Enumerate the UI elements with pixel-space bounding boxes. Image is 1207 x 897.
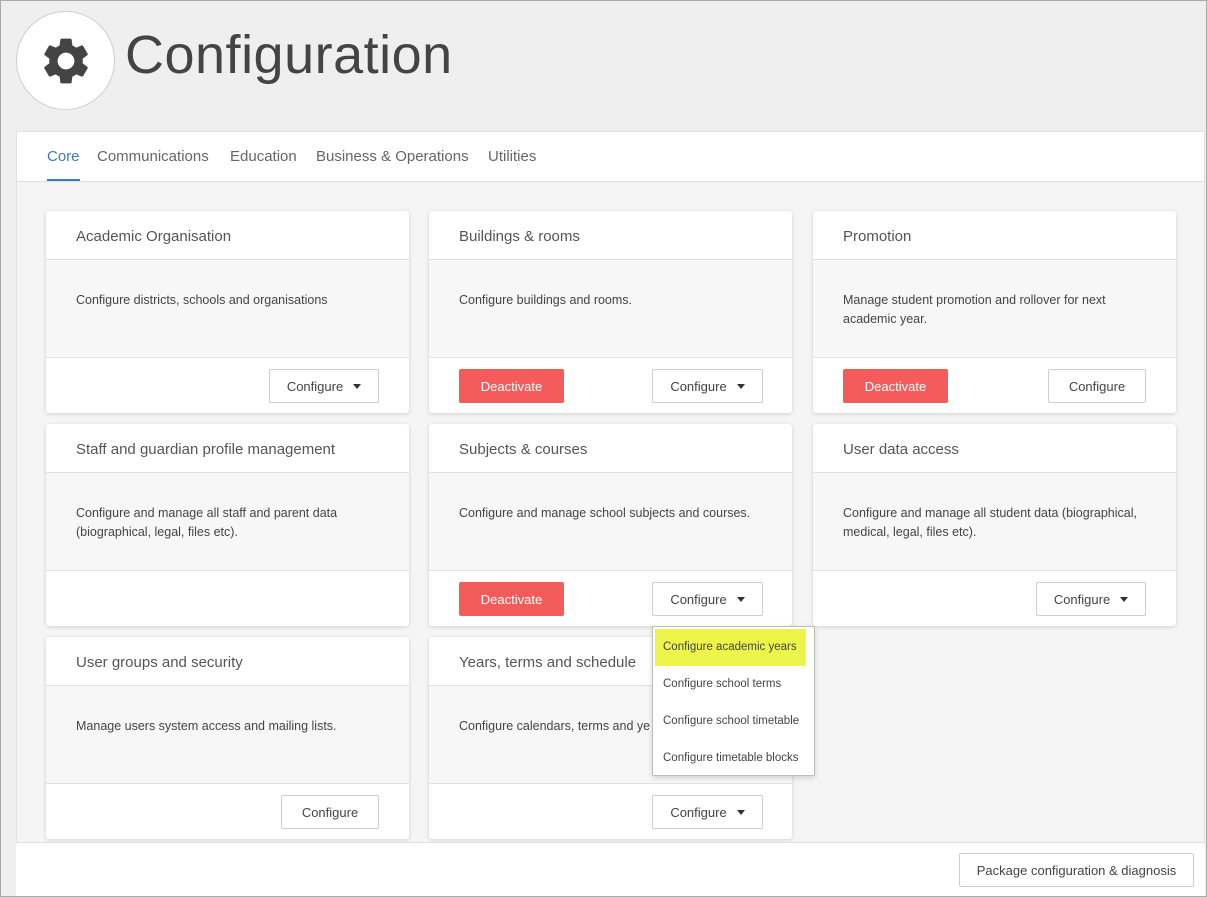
tab-business-operations[interactable]: Business & Operations: [316, 148, 469, 165]
configuration-logo: [16, 11, 115, 110]
caret-down-icon: [736, 383, 745, 389]
configure-label: Configure: [1053, 591, 1111, 607]
configure-dropdown-button[interactable]: Configure: [652, 369, 763, 403]
menu-item-configure-academic-years[interactable]: Configure academic years: [653, 633, 814, 661]
configure-label: Configure: [286, 378, 344, 394]
card-title: User data access: [813, 424, 1176, 473]
menu-item-configure-school-terms[interactable]: Configure school terms: [653, 670, 814, 698]
card-description: Configure and manage school subjects and…: [429, 473, 792, 571]
tab-communications[interactable]: Communications: [97, 148, 209, 165]
configure-dropdown-button[interactable]: Configure: [652, 582, 763, 616]
caret-down-icon: [1120, 596, 1129, 602]
card-title: User groups and security: [46, 637, 409, 686]
configure-label: Configure: [1068, 378, 1126, 394]
card-footer: Deactivate Configure: [813, 358, 1176, 413]
configure-label: Configure: [670, 378, 727, 394]
card-footer: Deactivate Configure: [429, 358, 792, 413]
tab-core[interactable]: Core: [47, 148, 80, 181]
deactivate-button[interactable]: Deactivate: [459, 369, 564, 403]
card-description: Configure and manage all staff and paren…: [46, 473, 409, 571]
package-configuration-button[interactable]: Package configuration & diagnosis: [959, 853, 1194, 887]
tab-utilities[interactable]: Utilities: [488, 148, 536, 165]
card-description: Manage users system access and mailing l…: [46, 686, 409, 784]
deactivate-button[interactable]: Deactivate: [843, 369, 948, 403]
card-description: Manage student promotion and rollover fo…: [813, 260, 1176, 358]
card-staff-guardian: Staff and guardian profile management Co…: [46, 424, 409, 626]
menu-item-configure-school-timetable[interactable]: Configure school timetable: [653, 707, 814, 735]
card-subjects-courses: Subjects & courses Configure and manage …: [429, 424, 792, 626]
card-footer: Configure: [813, 571, 1176, 626]
deactivate-button[interactable]: Deactivate: [459, 582, 564, 616]
configure-label: Configure: [670, 804, 727, 820]
card-description: Configure buildings and rooms.: [429, 260, 792, 358]
tab-education[interactable]: Education: [230, 148, 297, 165]
page-title: Configuration: [125, 25, 453, 85]
configure-button[interactable]: Configure: [281, 795, 379, 829]
card-title: Academic Organisation: [46, 211, 409, 260]
configure-dropdown-button[interactable]: Configure: [1036, 582, 1146, 616]
card-buildings-rooms: Buildings & rooms Configure buildings an…: [429, 211, 792, 413]
card-user-data-access: User data access Configure and manage al…: [813, 424, 1176, 626]
card-footer: [46, 571, 409, 626]
configure-label: Configure: [670, 591, 727, 607]
card-title: Promotion: [813, 211, 1176, 260]
caret-down-icon: [353, 383, 362, 389]
gear-icon: [43, 38, 88, 83]
configure-dropdown-menu: Configure academic years Configure schoo…: [652, 626, 815, 776]
card-title: Buildings & rooms: [429, 211, 792, 260]
card-title: Subjects & courses: [429, 424, 792, 473]
tab-bar: Core Communications Education Business &…: [17, 132, 1204, 182]
card-footer: Configure: [429, 784, 792, 839]
configure-dropdown-button[interactable]: Configure: [652, 795, 763, 829]
card-promotion: Promotion Manage student promotion and r…: [813, 211, 1176, 413]
card-academic-organisation: Academic Organisation Configure district…: [46, 211, 409, 413]
configure-dropdown-button[interactable]: Configure: [269, 369, 379, 403]
card-footer: Deactivate Configure: [429, 571, 792, 626]
card-title: Staff and guardian profile management: [46, 424, 409, 473]
card-description: Configure districts, schools and organis…: [46, 260, 409, 358]
configure-label: Configure: [301, 804, 359, 820]
card-user-groups-security: User groups and security Manage users sy…: [46, 637, 409, 839]
configure-button[interactable]: Configure: [1048, 369, 1146, 403]
card-footer: Configure: [46, 358, 409, 413]
card-footer: Configure: [46, 784, 409, 839]
caret-down-icon: [736, 809, 745, 815]
menu-item-configure-timetable-blocks[interactable]: Configure timetable blocks: [653, 744, 814, 772]
card-description: Configure and manage all student data (b…: [813, 473, 1176, 571]
caret-down-icon: [736, 596, 745, 602]
